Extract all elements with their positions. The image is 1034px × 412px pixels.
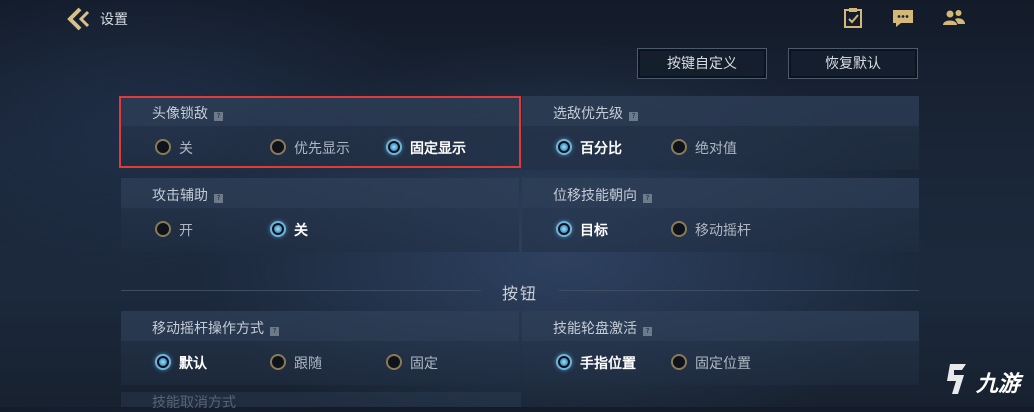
panel-label-text: 移动摇杆操作方式 bbox=[152, 321, 264, 337]
tasks-button[interactable] bbox=[842, 7, 866, 29]
help-icon[interactable]: ? bbox=[629, 112, 638, 121]
panel-dash-direction: 位移技能朝向? 目标 移动摇杆 bbox=[522, 178, 919, 252]
section-header-buttons: 按钮 bbox=[121, 276, 919, 304]
radio-icon bbox=[671, 354, 687, 370]
help-icon[interactable]: ? bbox=[214, 194, 223, 203]
radio-icon bbox=[155, 221, 171, 237]
radio-selected-icon bbox=[155, 354, 171, 370]
panel-label: 位移技能朝向? bbox=[553, 185, 652, 205]
panel-joystick-mode: 移动摇杆操作方式? 默认 跟随 固定 bbox=[121, 311, 519, 385]
panel-target-priority: 选敌优先级? 百分比 绝对值 bbox=[522, 96, 919, 170]
highlight-box bbox=[119, 96, 521, 168]
option-label: 手指位置 bbox=[580, 356, 636, 372]
panel-label-text: 位移技能朝向 bbox=[553, 188, 637, 204]
option-label: 固定位置 bbox=[695, 356, 751, 372]
panel-label-text: 选敌优先级 bbox=[553, 106, 623, 122]
radio-selected-icon bbox=[556, 354, 572, 370]
option-label: 移动摇杆 bbox=[695, 223, 751, 239]
help-icon[interactable]: ? bbox=[270, 327, 279, 336]
restore-default-button[interactable]: 恢复默认 bbox=[788, 48, 918, 79]
radio-selected-icon bbox=[556, 139, 572, 155]
help-icon[interactable]: ? bbox=[643, 194, 652, 203]
help-icon[interactable]: ? bbox=[643, 327, 652, 336]
panel-label-text: 技能轮盘激活 bbox=[553, 321, 637, 337]
chevron-left-icon bbox=[67, 7, 90, 31]
customize-keys-button[interactable]: 按键自定义 bbox=[637, 48, 767, 79]
top-bar: 设置 bbox=[0, 0, 1034, 38]
radio-icon bbox=[386, 354, 402, 370]
jiuyou-logo-icon bbox=[947, 364, 966, 394]
clipboard-check-icon bbox=[844, 8, 862, 28]
chat-bubble-icon bbox=[893, 10, 913, 27]
watermark-text: 九游 bbox=[976, 372, 1021, 397]
option-label: 百分比 bbox=[580, 141, 622, 157]
radio-icon bbox=[270, 354, 286, 370]
panel-label: 选敌优先级? bbox=[553, 103, 638, 123]
page-title: 设置 bbox=[100, 12, 128, 28]
radio-icon bbox=[671, 221, 687, 237]
panel-label-text: 攻击辅助 bbox=[152, 188, 208, 204]
option-label: 开 bbox=[179, 223, 193, 239]
chat-button[interactable] bbox=[891, 7, 915, 29]
radio-selected-icon bbox=[270, 221, 286, 237]
back-button[interactable] bbox=[66, 7, 92, 31]
panel-label: 技能取消方式 bbox=[152, 395, 236, 411]
friends-button[interactable] bbox=[942, 7, 966, 29]
option-label: 目标 bbox=[580, 223, 608, 239]
panel-attack-assist: 攻击辅助? 开 关 bbox=[121, 178, 519, 252]
section-title: 按钮 bbox=[501, 284, 538, 303]
panel-skill-wheel-activation: 技能轮盘激活? 手指位置 固定位置 bbox=[522, 311, 919, 385]
option-label: 绝对值 bbox=[695, 141, 737, 157]
panel-skill-cancel-partial: 技能取消方式 bbox=[121, 392, 521, 411]
option-label: 默认 bbox=[179, 356, 207, 372]
option-label: 固定 bbox=[410, 356, 438, 372]
panel-label: 移动摇杆操作方式? bbox=[152, 318, 279, 338]
panel-label: 技能轮盘激活? bbox=[553, 318, 652, 338]
panel-label: 攻击辅助? bbox=[152, 185, 223, 205]
radio-selected-icon bbox=[556, 221, 572, 237]
radio-icon bbox=[671, 139, 687, 155]
option-label: 关 bbox=[294, 223, 308, 239]
option-label: 跟随 bbox=[294, 356, 322, 372]
friends-icon bbox=[943, 10, 965, 25]
